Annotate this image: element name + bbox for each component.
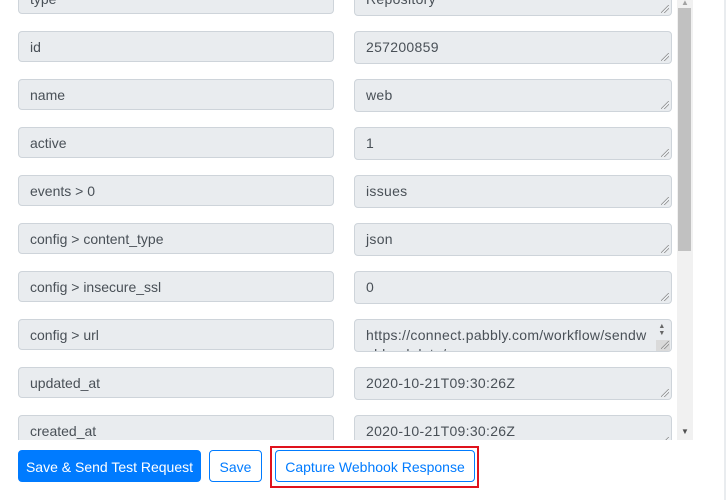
field-row: active 1 [0,127,676,175]
field-value-text: web [366,87,393,103]
field-value-textarea[interactable]: https://connect.pabbly.com/workflow/send… [354,319,672,352]
save-button[interactable]: Save [209,450,262,482]
field-row: created_at 2020-10-21T09:30:26Z [0,415,676,440]
field-value-text: https://connect.pabbly.com/workflow/send… [366,327,647,351]
field-key: type [18,0,334,14]
scroll-down-arrow-icon[interactable]: ▼ [677,426,693,438]
resize-grip-icon[interactable] [661,101,669,109]
field-value-textarea[interactable]: 257200859 [354,31,672,64]
field-key: config > url [18,319,334,350]
field-row: config > url https://connect.pabbly.com/… [0,319,676,367]
capture-webhook-response-button[interactable]: Capture Webhook Response [275,450,475,482]
field-key: updated_at [18,367,334,398]
field-value-textarea[interactable]: web [354,79,672,112]
field-key: id [18,31,334,62]
resize-grip-icon[interactable] [661,341,669,349]
field-value-text: 2020-10-21T09:30:26Z [366,423,516,439]
resize-grip-icon[interactable] [661,437,669,440]
resize-grip-icon[interactable] [661,245,669,253]
field-key: name [18,79,334,110]
field-value-text: issues [366,183,408,199]
field-rows: type Repository id 257200859 name web ac… [0,0,676,440]
field-value-textarea[interactable]: issues [354,175,672,208]
field-mapping-scroll-area[interactable]: type Repository id 257200859 name web ac… [0,0,694,440]
field-value-text: json [366,231,393,247]
field-value-textarea[interactable]: 2020-10-21T09:30:26Z [354,367,672,400]
field-row: events > 0 issues [0,175,676,223]
field-value-textarea[interactable]: 1 [354,127,672,160]
save-and-send-test-request-button[interactable]: Save & Send Test Request [18,450,201,482]
textarea-scroll-arrows-icon[interactable]: ▲ ▼ [657,323,667,337]
field-value-text: 257200859 [366,39,439,55]
field-value-textarea[interactable]: json [354,223,672,256]
resize-grip-icon[interactable] [661,389,669,397]
field-key: events > 0 [18,175,334,206]
field-row: name web [0,79,676,127]
field-value-textarea[interactable]: Repository [354,0,672,16]
field-key: created_at [18,415,334,440]
resize-grip-icon[interactable] [661,5,669,13]
scrollbar-thumb[interactable] [678,8,691,251]
field-key: config > insecure_ssl [18,271,334,302]
scroll-up-arrow-icon[interactable]: ▲ [677,0,693,8]
vertical-scrollbar[interactable]: ▲ ▼ [677,0,693,440]
field-value-textarea[interactable]: 0 [354,271,672,304]
field-value-text: 1 [366,135,375,151]
field-value-text: 2020-10-21T09:30:26Z [366,375,516,391]
field-row: id 257200859 [0,31,676,79]
resize-grip-icon[interactable] [661,53,669,61]
field-value-textarea[interactable]: 2020-10-21T09:30:26Z [354,415,672,440]
field-key: active [18,127,334,158]
resize-grip-icon[interactable] [661,149,669,157]
resize-grip-icon[interactable] [661,197,669,205]
field-row: config > insecure_ssl 0 [0,271,676,319]
field-key: config > content_type [18,223,334,254]
field-row: config > content_type json [0,223,676,271]
field-row: updated_at 2020-10-21T09:30:26Z [0,367,676,415]
field-value-text: 0 [366,279,375,295]
field-row: type Repository [0,0,676,31]
field-value-text: Repository [366,0,436,7]
resize-grip-icon[interactable] [661,293,669,301]
